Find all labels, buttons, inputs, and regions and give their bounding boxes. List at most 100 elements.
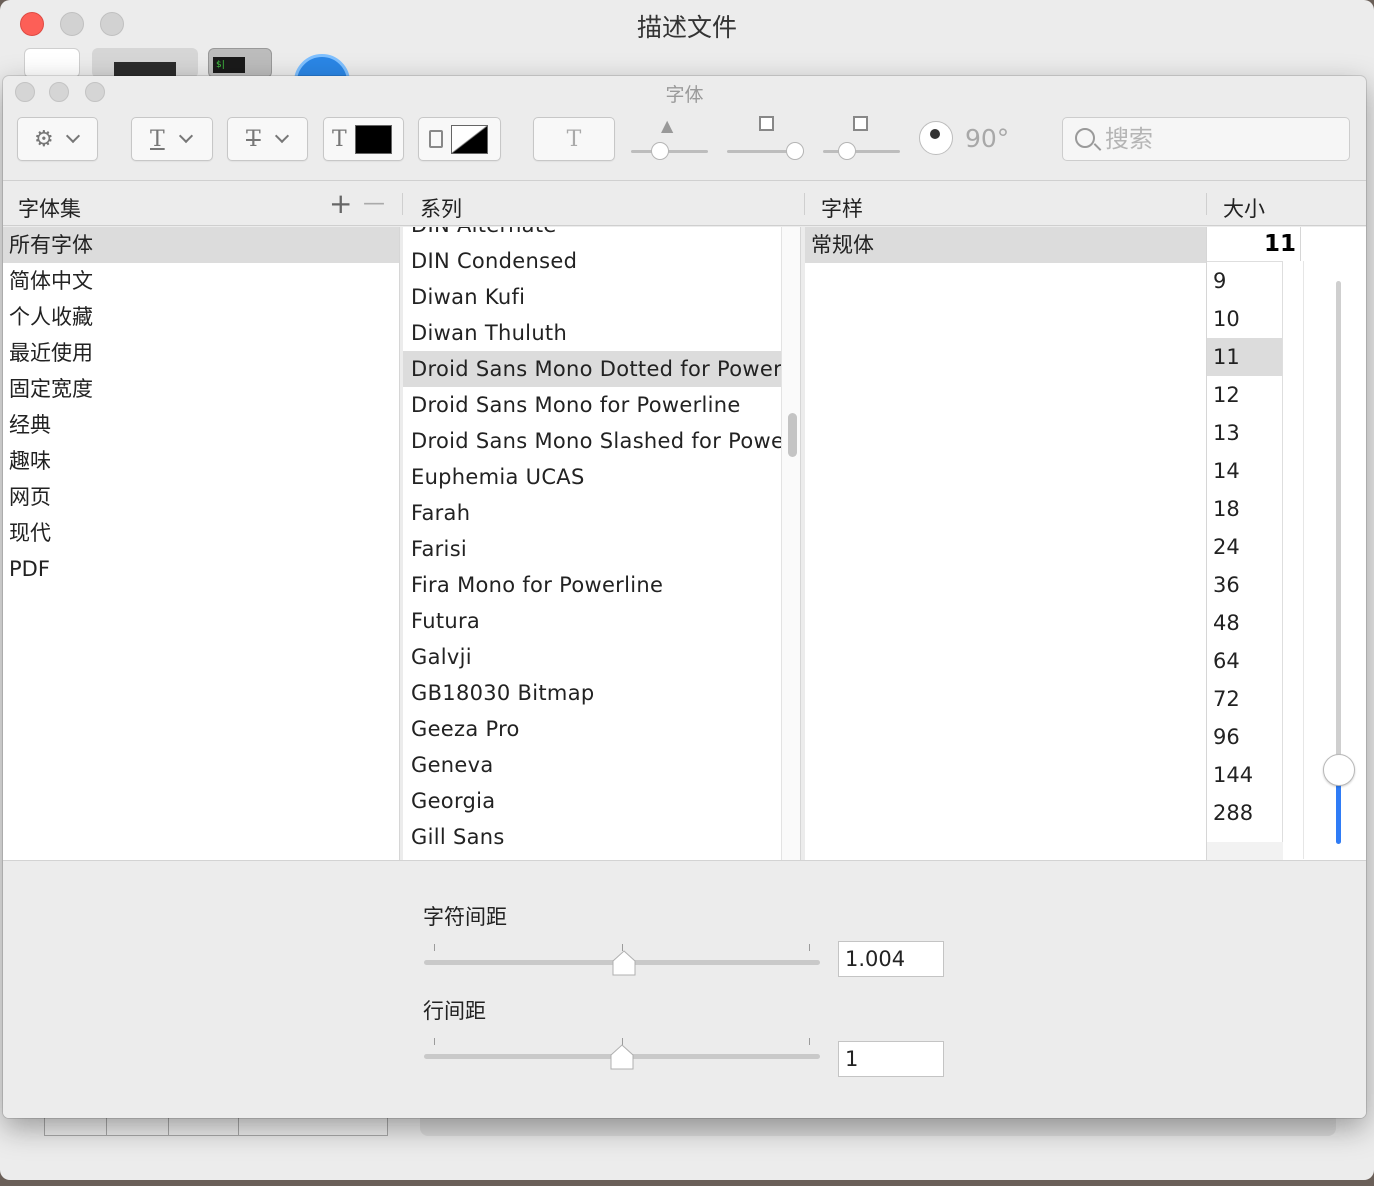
- family-item[interactable]: Euphemia UCAS: [403, 459, 781, 495]
- gear-icon: ⚙: [34, 126, 54, 152]
- line-spacing-label: 行间距: [423, 999, 486, 1023]
- size-slider-knob[interactable]: [1323, 754, 1355, 786]
- shadow-blur-knob[interactable]: [786, 142, 804, 160]
- collection-item[interactable]: 个人收藏: [3, 299, 399, 335]
- collection-item[interactable]: 趣味: [3, 443, 399, 479]
- family-item[interactable]: Droid Sans Mono for Powerline: [403, 387, 781, 423]
- size-item[interactable]: 13: [1207, 414, 1282, 452]
- size-item[interactable]: 10: [1207, 300, 1282, 338]
- family-item[interactable]: DIN Alternate: [403, 227, 781, 243]
- header-typeface: 字样: [821, 197, 863, 221]
- header-divider: [402, 193, 403, 215]
- size-item[interactable]: 96: [1207, 718, 1282, 756]
- size-divider: [1303, 261, 1304, 859]
- family-item[interactable]: GB18030 Bitmap: [403, 675, 781, 711]
- chevron-down-icon: [65, 128, 80, 144]
- family-item[interactable]: Droid Sans Mono Slashed for Powerline: [403, 423, 781, 459]
- shadow-offset-slider[interactable]: [823, 150, 900, 153]
- size-input-padding: [1301, 227, 1366, 261]
- document-color-swatch[interactable]: [451, 124, 488, 154]
- text-color-button[interactable]: T: [323, 117, 404, 161]
- family-scrollbar-thumb[interactable]: [788, 413, 797, 457]
- shadow-opacity-slider[interactable]: [631, 150, 708, 153]
- shadow-opacity-icon: ▲: [661, 116, 674, 135]
- size-item-selected[interactable]: 11: [1207, 338, 1282, 376]
- background-titlebar: 描述文件: [0, 0, 1374, 50]
- size-item[interactable]: 72: [1207, 680, 1282, 718]
- size-item[interactable]: 12: [1207, 376, 1282, 414]
- collection-item[interactable]: 最近使用: [3, 335, 399, 371]
- size-list-footer: [1207, 842, 1283, 860]
- terminal-icon: $|: [213, 57, 245, 73]
- family-item[interactable]: Diwan Thuluth: [403, 315, 781, 351]
- collection-item[interactable]: 所有字体: [3, 227, 399, 263]
- size-item[interactable]: 9: [1207, 262, 1282, 300]
- typeface-item[interactable]: 常规体: [805, 227, 1206, 263]
- character-spacing-input[interactable]: [838, 941, 944, 977]
- family-item[interactable]: Geeza Pro: [403, 711, 781, 747]
- background-toolbar-item[interactable]: [24, 48, 80, 78]
- chevron-down-icon: [178, 128, 193, 144]
- family-item[interactable]: Fira Mono for Powerline: [403, 567, 781, 603]
- family-scrollbar[interactable]: [781, 227, 801, 860]
- background-toolbar-item[interactable]: [92, 48, 198, 78]
- collection-item[interactable]: 固定宽度: [3, 371, 399, 407]
- family-item[interactable]: Geneva: [403, 747, 781, 783]
- background-window-title: 描述文件: [636, 13, 737, 42]
- shadow-offset-knob[interactable]: [838, 142, 856, 160]
- family-item[interactable]: Farisi: [403, 531, 781, 567]
- search-field[interactable]: [1062, 117, 1350, 161]
- family-item[interactable]: Galvji: [403, 639, 781, 675]
- collection-item[interactable]: PDF: [3, 551, 399, 587]
- family-item[interactable]: Farah: [403, 495, 781, 531]
- strikethrough-button[interactable]: T: [227, 117, 308, 161]
- panel-title: 字体: [665, 84, 704, 106]
- collection-item[interactable]: 经典: [3, 407, 399, 443]
- background-toolbar-item[interactable]: $|: [208, 48, 272, 78]
- rotation-label: 90°: [965, 124, 1010, 153]
- header-size: 大小: [1223, 197, 1265, 221]
- remove-collection-button[interactable]: —: [363, 191, 385, 216]
- size-item[interactable]: 18: [1207, 490, 1282, 528]
- document-color-button[interactable]: [418, 117, 501, 161]
- size-item[interactable]: 144: [1207, 756, 1282, 794]
- collection-item[interactable]: 现代: [3, 515, 399, 551]
- character-spacing-slider[interactable]: [424, 940, 820, 976]
- line-spacing-thumb[interactable]: [610, 1044, 634, 1070]
- family-item[interactable]: Gill Sans: [403, 819, 781, 855]
- family-item[interactable]: Diwan Kufi: [403, 279, 781, 315]
- family-item-selected[interactable]: Droid Sans Mono Dotted for Powerline: [403, 351, 781, 387]
- family-item[interactable]: Futura: [403, 603, 781, 639]
- size-item[interactable]: 36: [1207, 566, 1282, 604]
- size-item[interactable]: 64: [1207, 642, 1282, 680]
- family-list: DIN Alternate DIN Condensed Diwan Kufi D…: [403, 227, 781, 860]
- size-input[interactable]: [1207, 227, 1301, 261]
- size-item[interactable]: 24: [1207, 528, 1282, 566]
- underline-button[interactable]: T: [131, 117, 213, 161]
- text-color-icon: T: [332, 126, 347, 152]
- size-item[interactable]: 14: [1207, 452, 1282, 490]
- family-item[interactable]: DIN Condensed: [403, 243, 781, 279]
- collection-item[interactable]: 网页: [3, 479, 399, 515]
- size-item[interactable]: 288: [1207, 794, 1282, 832]
- text-color-swatch[interactable]: [354, 124, 392, 154]
- header-collections: 字体集: [18, 197, 81, 221]
- spacing-section: 字符间距 行间距: [3, 860, 1366, 1118]
- document-color-icon: [429, 130, 443, 148]
- shadow-blur-icon: [759, 116, 774, 131]
- rotation-dial-icon[interactable]: [919, 121, 953, 155]
- chevron-down-icon: [274, 128, 289, 144]
- add-collection-button[interactable]: +: [329, 187, 352, 220]
- family-item[interactable]: Georgia: [403, 783, 781, 819]
- text-shadow-button[interactable]: T: [533, 117, 615, 161]
- size-item[interactable]: 48: [1207, 604, 1282, 642]
- collection-item[interactable]: 简体中文: [3, 263, 399, 299]
- line-spacing-slider[interactable]: [424, 1034, 820, 1070]
- search-input[interactable]: [1105, 124, 1335, 154]
- shadow-icon: T: [566, 126, 582, 152]
- character-spacing-thumb[interactable]: [612, 950, 636, 976]
- action-menu-button[interactable]: ⚙: [17, 117, 98, 161]
- search-icon: [1075, 128, 1095, 148]
- line-spacing-input[interactable]: [838, 1041, 944, 1077]
- shadow-opacity-knob[interactable]: [651, 142, 669, 160]
